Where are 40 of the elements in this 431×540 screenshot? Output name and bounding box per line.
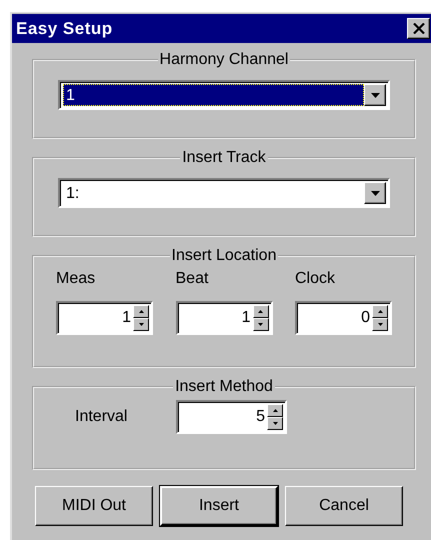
down-arrow-icon xyxy=(378,323,382,326)
dropdown-button[interactable] xyxy=(364,182,386,204)
caret-icon xyxy=(370,190,380,196)
close-button[interactable] xyxy=(407,18,430,39)
down-arrow-icon xyxy=(258,323,263,326)
group-title: Insert Method xyxy=(175,378,273,395)
dropdown[interactable]: 1 xyxy=(58,80,390,110)
spin-up-button[interactable] xyxy=(267,404,283,417)
spin-down-button[interactable] xyxy=(133,318,149,331)
close-icon xyxy=(412,23,424,34)
dropdown-button[interactable] xyxy=(364,84,386,106)
up-arrow-icon xyxy=(272,409,278,412)
field-label: Clock xyxy=(295,269,336,289)
caret-icon xyxy=(370,92,380,98)
up-arrow-icon xyxy=(378,310,382,313)
field-label: Meas xyxy=(56,269,96,289)
group-title: Harmony Channel xyxy=(160,51,288,68)
field-label: Beat xyxy=(176,269,210,289)
down-arrow-icon xyxy=(272,422,278,425)
spin-up-button[interactable] xyxy=(252,305,268,318)
spin-down-button[interactable] xyxy=(267,417,283,430)
spin-down-button[interactable] xyxy=(252,318,268,331)
spin-field[interactable]: 5 xyxy=(176,400,287,434)
dialog-button[interactable]: Cancel xyxy=(285,486,403,526)
spin-up-button[interactable] xyxy=(133,305,149,318)
field-label: Interval xyxy=(74,408,128,426)
up-arrow-icon xyxy=(258,310,263,313)
spin-up-button[interactable] xyxy=(372,305,388,318)
dialog-button[interactable]: MIDI Out xyxy=(35,486,153,526)
down-arrow-icon xyxy=(138,323,144,326)
group-title: Insert Track xyxy=(182,149,266,166)
dropdown[interactable]: 1: xyxy=(58,178,390,208)
spin-field[interactable]: 0 xyxy=(295,301,392,335)
spin-down-button[interactable] xyxy=(372,318,388,331)
dialog-button[interactable]: Insert xyxy=(160,486,278,526)
spin-field[interactable]: 1 xyxy=(176,301,272,335)
spin-field[interactable]: 1 xyxy=(56,301,153,335)
group-title: Insert Location xyxy=(172,247,276,264)
up-arrow-icon xyxy=(138,310,144,313)
window-title: Easy Setup xyxy=(16,18,113,38)
